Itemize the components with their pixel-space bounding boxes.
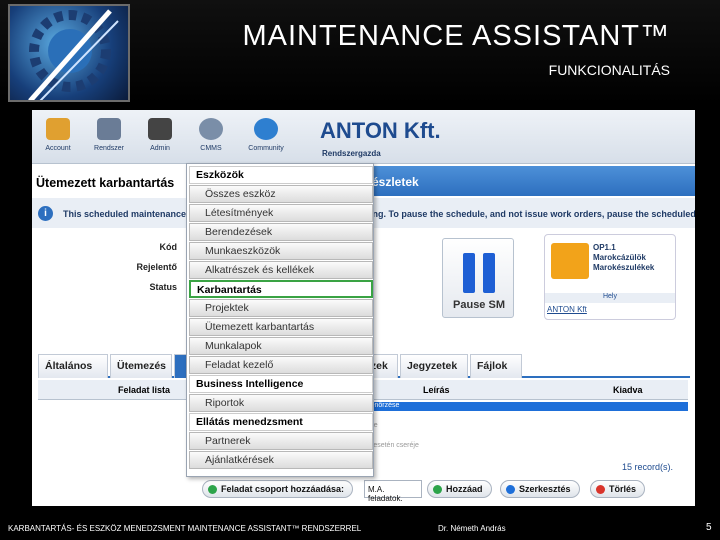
asset-code: OP1.1 [593, 243, 616, 252]
pause-sm-button[interactable]: Pause SM [442, 238, 514, 318]
record-count: 15 record(s). [622, 462, 674, 472]
field-label-kod: Kód [159, 242, 178, 252]
asset-name: Marokcázülök [593, 253, 646, 262]
menu-item-feladat-kezelo[interactable]: Feladat kezelő [189, 356, 373, 374]
pause-icon [463, 253, 497, 293]
menu-item-utemezett-karbantartas[interactable]: Ütemezett karbantartás [189, 318, 373, 336]
menu-category-ellatas: Ellátás menedzsment [189, 413, 373, 431]
footer-author: Dr. Németh András [438, 524, 506, 533]
account-icon [46, 118, 70, 140]
globe-icon [254, 118, 278, 140]
asset-card: OP1.1 Marokcázülök Marokészulékek Hely A… [544, 234, 676, 320]
menu-item-berendezesek[interactable]: Berendezések [189, 223, 373, 241]
menu-item-riportok[interactable]: Riportok [189, 394, 373, 412]
toolbar-item-admin[interactable]: Admin [136, 114, 184, 162]
asset-category: Marokészulékek [593, 263, 655, 272]
slide-title: MAINTENANCE ASSISTANT™ [242, 20, 670, 52]
plus-icon [433, 485, 442, 494]
field-label-status: Status [149, 282, 177, 292]
slide-subtitle: FUNKCIONALITÁS [548, 62, 670, 78]
edit-icon [506, 485, 515, 494]
tab-fajlok[interactable]: Fájlok [470, 354, 522, 378]
menu-item-alkatreszek[interactable]: Alkatrészek és kellékek [189, 261, 373, 279]
info-text-left: This scheduled maintenance [63, 209, 187, 219]
menu-item-partnerek[interactable]: Partnerek [189, 432, 373, 450]
dropdown-menu: Eszközök Összes eszköz Létesítmények Ber… [186, 163, 374, 477]
tab-utemezes[interactable]: Ütemezés [110, 354, 172, 378]
page-number: 5 [706, 522, 712, 533]
slide-header: MAINTENANCE ASSISTANT™ FUNKCIONALITÁS [0, 0, 720, 104]
menu-item-ajanlatkeresek[interactable]: Ajánlatkérések [189, 451, 373, 469]
menu-category-bi: Business Intelligence [189, 375, 373, 393]
pause-sm-label: Pause SM [453, 299, 505, 311]
menu-category-eszkozok: Eszközök [189, 166, 373, 184]
menu-item-osszes-eszkoz[interactable]: Összes eszköz [189, 185, 373, 203]
toolbar-label: CMMS [200, 145, 222, 152]
toolbar-label: Account [45, 145, 71, 152]
toolbar-label: Admin [150, 145, 170, 152]
menu-item-munkalapok[interactable]: Munkalapok [189, 337, 373, 355]
toolbar-label: Rendszer [94, 145, 124, 152]
add-task-group-label: Feladat csoport hozzáadása: [202, 480, 354, 498]
computer-icon [97, 118, 121, 140]
menu-category-karbantartas: Karbantartás [189, 280, 373, 298]
toolbar: Account Rendszer Admin CMMS Community AN… [32, 110, 695, 164]
location-label: Hely [545, 293, 675, 303]
forklift-icon [551, 243, 589, 279]
gear-logo-icon [8, 4, 130, 102]
delete-button[interactable]: Törlés [590, 480, 646, 498]
toolbar-label: Community [248, 145, 284, 152]
tab-altalanos[interactable]: Általános [38, 354, 108, 378]
info-text-right: ing. To pause the schedule, and not issu… [370, 209, 695, 219]
menu-item-projektek[interactable]: Projektek [189, 299, 373, 317]
menu-item-letesitmenyek[interactable]: Létesítmények [189, 204, 373, 222]
footer-left-text: KARBANTARTÁS- ÉS ESZKÖZ MENEDZSMENT MAIN… [8, 524, 362, 533]
edit-button[interactable]: Szerkesztés [500, 480, 580, 498]
gear-icon [199, 118, 223, 140]
toolbar-item-rendszer[interactable]: Rendszer [85, 114, 133, 162]
col-assigned: Kiadva [613, 385, 643, 395]
task-group-select[interactable]: M.A. feladatok. [364, 480, 422, 503]
menu-item-munkaeszkozok[interactable]: Munkaeszközök [189, 242, 373, 260]
col-task-list: Feladat lista [118, 385, 171, 395]
tab-jegyzetek[interactable]: Jegyzetek [400, 354, 468, 378]
col-description: Leírás [423, 385, 450, 395]
page-title: Ütemezett karbantartás [32, 166, 187, 196]
toolbar-item-account[interactable]: Account [34, 114, 82, 162]
delete-icon [596, 485, 605, 494]
action-bar: Feladat csoport hozzáadása: M.A. feladat… [202, 480, 692, 503]
user-role: Rendszergazda [322, 149, 381, 158]
field-label-rejelento: Rejelentő [136, 262, 177, 272]
page-title-right: észletek [372, 175, 419, 189]
toolbar-item-cmms[interactable]: CMMS [187, 114, 235, 162]
company-name: ANTON Kft. [320, 118, 441, 143]
location-link[interactable]: ANTON Kft [547, 305, 587, 314]
tools-icon [148, 118, 172, 140]
toolbar-item-community[interactable]: Community [238, 114, 294, 162]
add-icon [208, 485, 217, 494]
add-button[interactable]: Hozzáad [427, 480, 492, 498]
info-icon: i [38, 206, 53, 221]
